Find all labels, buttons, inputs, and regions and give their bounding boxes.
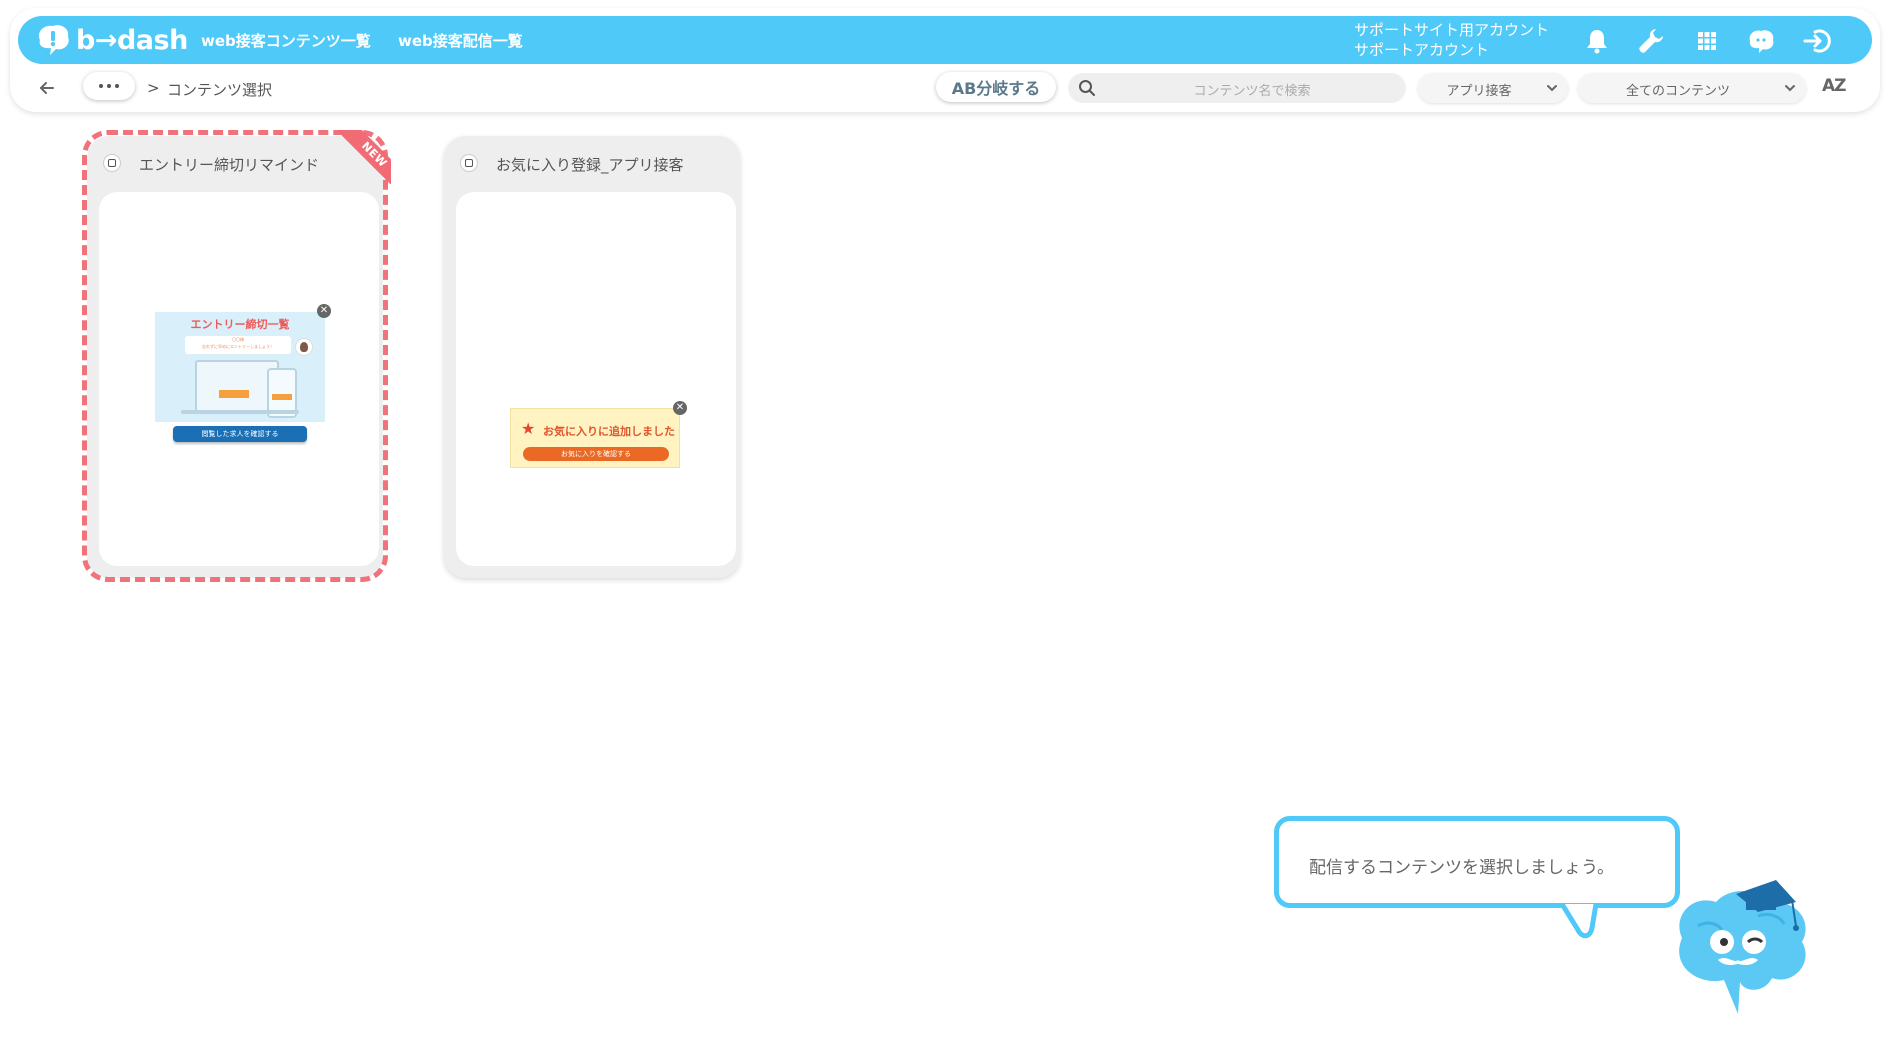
- breadcrumb-current: コンテンツ選択: [167, 81, 273, 99]
- card-title: エントリー締切リマインド: [139, 156, 320, 174]
- card-checkbox[interactable]: [103, 154, 121, 172]
- star-icon: ★: [521, 419, 536, 438]
- card-preview: エントリー締切一覧 〇〇様 忘れずに早めにエントリーしましょう！ 閲覧した求人を…: [99, 192, 379, 566]
- popup-cta-button: 閲覧した求人を確認する: [173, 426, 307, 442]
- content-card[interactable]: お気に入り登録_アプリ接客 ★ お気に入りに追加しました お気に入りを確認する …: [444, 136, 740, 578]
- laptop-base: [181, 410, 299, 414]
- chevron-down-icon: [1785, 85, 1795, 92]
- close-icon: ✕: [673, 401, 687, 415]
- logo-text: b→dash: [76, 24, 188, 56]
- new-badge-label: NEW: [337, 130, 391, 184]
- back-arrow-icon[interactable]: [36, 77, 58, 99]
- popup-heading: エントリー締切一覧: [190, 318, 290, 331]
- popup-preview: エントリー締切一覧 〇〇様 忘れずに早めにエントリーしましょう！ 閲覧した求人を…: [155, 304, 331, 442]
- ab-split-button[interactable]: AB分岐する: [936, 72, 1056, 102]
- account-name: サポートサイト用アカウント: [1354, 21, 1550, 39]
- avatar: [295, 338, 313, 356]
- nav-web-delivery-list[interactable]: web接客配信一覧: [398, 30, 523, 51]
- dot-icon: [107, 84, 111, 88]
- popup-message-bubble: 〇〇様 忘れずに早めにエントリーしましょう！: [185, 336, 291, 354]
- close-icon: ✕: [317, 304, 331, 318]
- account-sub: サポートアカウント: [1354, 41, 1490, 59]
- sort-az-icon[interactable]: AZ: [1822, 76, 1847, 96]
- wrench-icon[interactable]: [1636, 26, 1666, 56]
- breadcrumb-separator: >: [147, 79, 160, 97]
- bell-icon[interactable]: [1582, 26, 1612, 56]
- new-badge: NEW: [337, 130, 391, 184]
- chat-mascot-icon[interactable]: [1746, 26, 1776, 56]
- assistant-message: 配信するコンテンツを選択しましょう。: [1309, 858, 1614, 878]
- card-preview: ★ お気に入りに追加しました お気に入りを確認する ✕: [456, 192, 736, 566]
- chevron-down-icon: [1547, 85, 1557, 92]
- nav-web-content-list[interactable]: web接客コンテンツ一覧: [201, 30, 371, 51]
- content-filter-value: 全てのコンテンツ: [1625, 84, 1730, 99]
- dot-icon: [99, 84, 103, 88]
- search-icon: [1079, 80, 1095, 96]
- search-placeholder: コンテンツ名で検索: [1193, 84, 1311, 99]
- popup-message-line: 〇〇様: [232, 337, 244, 342]
- brain-mascot-icon: [1679, 880, 1806, 1014]
- logout-icon[interactable]: [1802, 26, 1832, 56]
- content-filter-select[interactable]: 全てのコンテンツ: [1578, 73, 1806, 103]
- card-title: お気に入り登録_アプリ接客: [496, 156, 684, 174]
- speech-bubble-tail: [1560, 904, 1599, 939]
- popup-cta-button: お気に入りを確認する: [523, 447, 669, 461]
- type-select-value: アプリ接客: [1446, 84, 1512, 99]
- content-card[interactable]: エントリー締切リマインド エントリー締切一覧 〇〇様 忘れずに早めにエントリーし…: [87, 136, 383, 578]
- popup-message-line: 忘れずに早めにエントリーしましょう！: [202, 344, 274, 349]
- apps-grid-icon[interactable]: [1692, 26, 1722, 56]
- popup-heading: お気に入りに追加しました: [543, 425, 675, 438]
- account-info[interactable]: サポートサイト用アカウント サポートアカウント: [1354, 20, 1549, 60]
- type-select[interactable]: アプリ接客: [1418, 73, 1568, 103]
- dot-icon: [115, 84, 119, 88]
- brain-logo-icon: [38, 25, 69, 55]
- top-navigation-bar: b→dash web接客コンテンツ一覧 web接客配信一覧 サポートサイト用アカ…: [18, 16, 1872, 64]
- search-input[interactable]: コンテンツ名で検索: [1068, 73, 1406, 103]
- card-checkbox[interactable]: [460, 154, 478, 172]
- breadcrumb-more-button[interactable]: [83, 72, 135, 100]
- popup-preview: ★ お気に入りに追加しました お気に入りを確認する ✕: [510, 401, 687, 468]
- bdash-logo[interactable]: b→dash: [34, 20, 188, 60]
- assistant-speech-bubble: 配信するコンテンツを選択しましょう。: [1274, 816, 1680, 908]
